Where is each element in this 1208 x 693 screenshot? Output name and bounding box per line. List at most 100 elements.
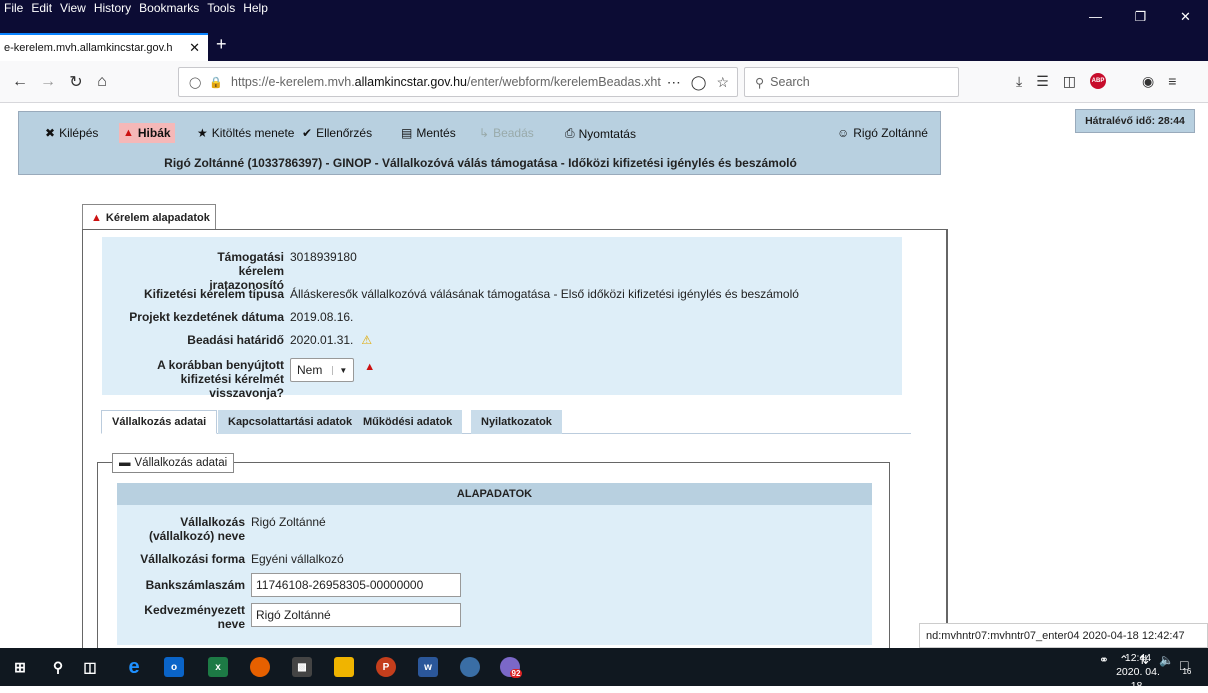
bookmark-star-icon[interactable]: ☆ [716,74,729,91]
basic-info-box: Támogatási kérelem iratazonosító 3018939… [102,237,902,400]
hamburger-menu-icon[interactable]: ≡ [1168,73,1176,90]
user-icon: ☺ [837,126,850,140]
taskbar-clock[interactable]: 12:44 2020. 04. 18. [1110,651,1166,693]
sidebar-icon[interactable]: ◫ [1063,73,1076,90]
submit-button[interactable]: ↳ Beadás [479,126,534,140]
download-icon[interactable]: ⤓ [1016,73,1022,90]
windows-start-icon[interactable]: ⊞ [10,657,30,677]
forward-icon[interactable]: → [36,70,60,94]
close-window-icon[interactable]: ✕ [1163,0,1208,33]
fill-progress-button[interactable]: ★ Kitöltés menete [197,126,294,140]
task-view-icon[interactable]: ◫ [80,657,100,677]
sub-tabs: Vállalkozás adatai Kapcsolattartási adat… [101,410,911,434]
file-explorer-icon[interactable] [334,657,354,677]
info-label: Beadási határidő [187,333,284,347]
tab-title: e-kerelem.mvh.allamkincstar.gov.h [4,42,173,54]
exit-button[interactable]: ✖ Kilépés [45,126,98,140]
action-center-icon[interactable]: □16 [1180,657,1200,677]
browser-tab[interactable]: e-kerelem.mvh.allamkincstar.gov.h ✕ [0,33,208,61]
close-tab-icon[interactable]: ✕ [189,40,200,56]
info-row-deadline: Beadási határidő 2020.01.31. ⚠ [102,333,372,347]
menu-edit[interactable]: Edit [31,1,52,15]
info-value: Álláskeresők vállalkozóvá válásának támo… [290,287,799,301]
field-row-name: Vállalkozás (vállalkozó) neve Rigó Zoltá… [117,515,326,543]
info-value: 3018939180 [290,250,357,264]
tab-kerelem-alapadatok[interactable]: ▲ Kérelem alapadatok [82,204,216,230]
page-title: Rigó Zoltánné (1033786397) - GINOP - Vál… [164,156,797,170]
account-icon[interactable]: ◉ [1142,73,1154,90]
field-label: Kedvezményezett neve [144,603,245,631]
clock-time: 12:44 [1124,652,1152,664]
close-icon: ✖ [45,126,56,140]
new-tab-icon[interactable]: + [216,34,227,55]
page-actions-icon[interactable]: ⋯ [667,74,681,91]
url-path: /enter/webform/kerelemBeadas.xht [467,75,661,89]
back-icon[interactable]: ← [8,70,32,94]
store-icon[interactable]: ▩ [292,657,312,677]
tab-vallalkozas-adatai[interactable]: Vállalkozás adatai [101,410,218,434]
exit-label: Kilépés [59,126,99,140]
submit-label: Beadás [493,126,534,140]
check-button[interactable]: ✔ Ellenőrzés [302,126,372,140]
people-icon[interactable]: ⚭ [1099,653,1109,667]
action-toolbar: ✖ Kilépés ▲ Hibák ★ Kitöltés menete ✔ Ellenő… [18,111,941,175]
navigation-bar: ← → ↻ ⌂ ◯ 🔒 https://e-kerelem.mvh. allamk… [0,61,1208,103]
search-bar[interactable]: ⚲ Search [744,67,959,97]
field-label: Vállalkozási forma [140,552,245,566]
edge-icon[interactable]: e [124,656,144,678]
check-label: Ellenőrzés [316,126,373,140]
tab-nyilatkozatok[interactable]: Nyilatkozatok [471,410,562,434]
app-icon[interactable] [460,657,480,677]
user-menu[interactable]: ☺ Rigó Zoltánné [837,126,928,140]
field-value: Rigó Zoltánné [251,515,326,529]
reload-icon[interactable]: ↻ [64,70,88,94]
collapse-section-button[interactable]: ▬ Vállalkozás adatai [112,453,235,473]
withdraw-select[interactable]: Nem ▼ [290,358,355,382]
library-icon[interactable]: ☰ [1036,73,1049,90]
info-label: A korábban benyújtott kifizetési kérelmé… [157,358,284,400]
field-row-bank: Bankszámlaszám 11746108-26958305-0000000… [117,573,461,597]
url-actions: ⋯ ◯ ☆ [667,74,737,91]
url-bar[interactable]: ◯ 🔒 https://e-kerelem.mvh. allamkincstar.… [178,67,738,97]
home-icon[interactable]: ⌂ [90,70,114,94]
menu-history[interactable]: History [94,1,131,15]
warning-icon: ▲ [364,361,376,373]
outlook-icon[interactable]: o [164,657,184,677]
shield-icon[interactable]: ◯ [189,76,201,89]
powerpoint-icon[interactable]: P [376,657,396,677]
menu-file[interactable]: File [4,1,23,15]
tab-mukodesi-adatok[interactable]: Működési adatok [353,410,463,434]
info-row-type: Kifizetési kérelem típusa Álláskeresők v… [102,287,799,301]
section-title: Vállalkozás adatai [134,457,228,469]
bank-account-input[interactable]: 11746108-26958305-00000000 [251,573,461,597]
minimize-icon[interactable]: — [1073,0,1118,33]
menu-view[interactable]: View [60,1,86,15]
firefox-icon[interactable] [250,657,270,677]
check-icon: ✔ [302,126,313,140]
save-button[interactable]: ▤ Mentés [401,126,456,140]
print-button[interactable]: ⎙ Nyomtatás [565,126,636,141]
errors-button[interactable]: ▲ Hibák [119,123,175,143]
chevron-down-icon: ▼ [332,365,347,375]
star-icon: ★ [197,126,208,140]
print-icon: ⎙ [565,126,575,140]
menu-tools[interactable]: Tools [207,1,235,15]
adblock-icon[interactable]: ABP [1090,73,1106,89]
user-name: Rigó Zoltánné [853,126,928,140]
info-row-start-date: Projekt kezdetének dátuma 2019.08.16. [102,310,353,324]
viber-icon[interactable]: 92 [500,657,523,678]
beneficiary-input[interactable]: Rigó Zoltánné [251,603,461,627]
section-header: ALAPADATOK [117,483,872,505]
status-bar: nd:mvhntr07:mvhntr07_enter04 2020-04-18 … [919,623,1208,648]
pocket-icon[interactable]: ◯ [691,74,707,91]
word-icon[interactable]: w [418,657,438,677]
search-icon[interactable]: ⚲ [48,657,68,677]
restore-icon[interactable]: ❐ [1118,0,1163,33]
menu-help[interactable]: Help [243,1,268,15]
info-label: Projekt kezdetének dátuma [129,310,284,324]
company-data-section: ▬ Vállalkozás adatai ALAPADATOK Vállalko… [97,453,890,648]
menu-bookmarks[interactable]: Bookmarks [139,1,199,15]
fill-progress-label: Kitöltés menete [211,126,295,140]
tab-kapcsolattartasi-adatok[interactable]: Kapcsolattartási adatok [218,410,363,434]
excel-icon[interactable]: x [208,657,228,677]
